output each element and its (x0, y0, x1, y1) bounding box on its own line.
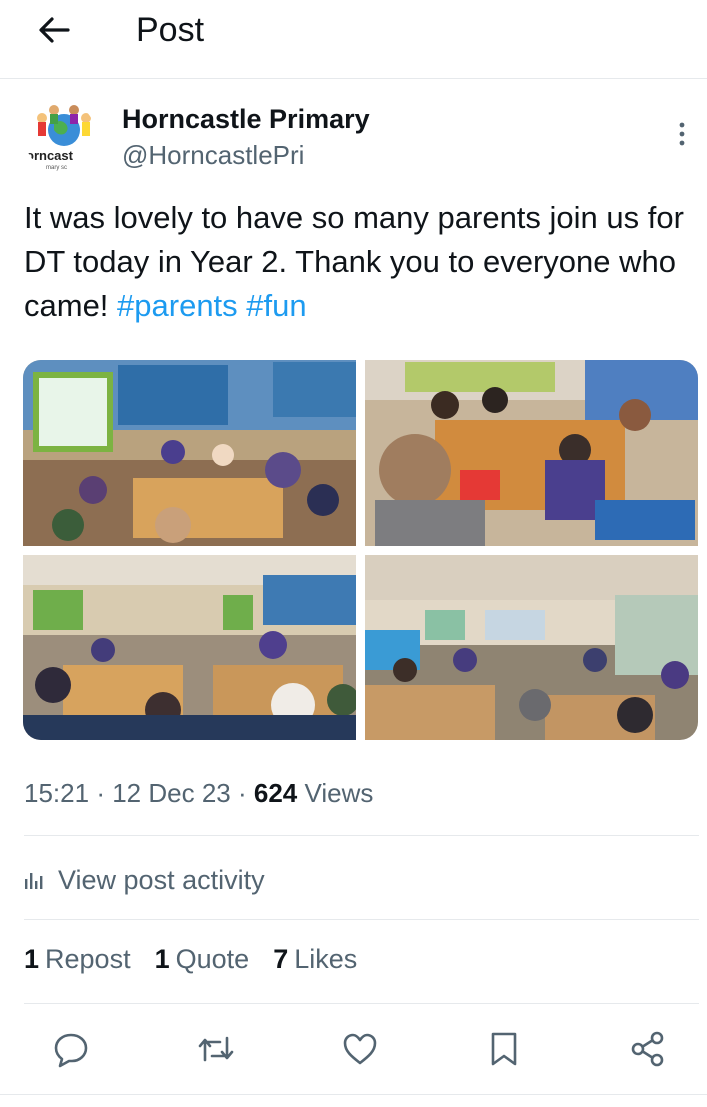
quotes-count: 1 (154, 944, 170, 974)
author-name[interactable]: Horncastle Primary (122, 104, 370, 135)
post-photo-3[interactable] (23, 555, 356, 740)
meta-dot: · (237, 778, 247, 808)
repost-button[interactable] (192, 1025, 240, 1073)
share-button[interactable] (624, 1025, 672, 1073)
quotes-label: Quote (175, 944, 250, 974)
divider (0, 1094, 707, 1095)
views-label: Views (304, 778, 374, 808)
post-date[interactable]: 12 Dec 23 (112, 778, 231, 808)
avatar[interactable]: orncast mary sc (24, 100, 96, 172)
reply-icon (54, 1033, 88, 1068)
quotes-stat[interactable]: 1 Quote (155, 944, 250, 975)
svg-text:mary sc: mary sc (46, 165, 67, 171)
post-text: It was lovely to have so many parents jo… (24, 196, 684, 328)
more-options-icon[interactable] (672, 120, 692, 148)
reposts-label: Repost (45, 944, 131, 974)
divider (24, 1003, 699, 1004)
reposts-stat[interactable]: 1 Repost (24, 944, 131, 975)
divider (24, 919, 699, 920)
post-photo-2[interactable] (365, 360, 698, 546)
share-icon (631, 1031, 664, 1067)
reply-button[interactable] (47, 1025, 95, 1073)
views-count: 624 (253, 778, 298, 808)
reposts-count: 1 (24, 944, 40, 974)
action-bar (0, 1025, 707, 1073)
avatar-logo-text: orncast (26, 148, 74, 163)
likes-label: Likes (294, 944, 358, 974)
divider (24, 835, 699, 836)
view-post-activity-label: View post activity (58, 864, 265, 895)
page-title: Post (136, 11, 205, 49)
view-post-activity-button[interactable]: View post activity (24, 860, 265, 900)
like-button[interactable] (336, 1025, 384, 1073)
bookmark-button[interactable] (480, 1025, 528, 1073)
hashtag-fun[interactable]: #fun (246, 288, 306, 323)
repost-icon (198, 1036, 234, 1062)
post-photo-1[interactable] (23, 360, 356, 546)
top-bar: Post (0, 0, 707, 79)
bar-chart-icon (25, 873, 43, 889)
post-photo-4[interactable] (365, 555, 698, 740)
like-icon (343, 1033, 377, 1065)
hashtag-parents[interactable]: #parents (117, 288, 238, 323)
bookmark-icon (491, 1032, 517, 1066)
post-stats: 1 Repost 1 Quote 7 Likes (24, 944, 357, 975)
meta-dot: · (96, 778, 105, 808)
arrow-left-icon[interactable] (34, 10, 74, 50)
media-grid (23, 360, 698, 740)
likes-stat[interactable]: 7 Likes (273, 944, 357, 975)
post-meta: 15:21 · 12 Dec 23 · 624 Views (24, 778, 373, 809)
likes-count: 7 (273, 944, 289, 974)
post-time[interactable]: 15:21 (24, 778, 89, 808)
author-handle[interactable]: @HorncastlePri (122, 140, 304, 171)
